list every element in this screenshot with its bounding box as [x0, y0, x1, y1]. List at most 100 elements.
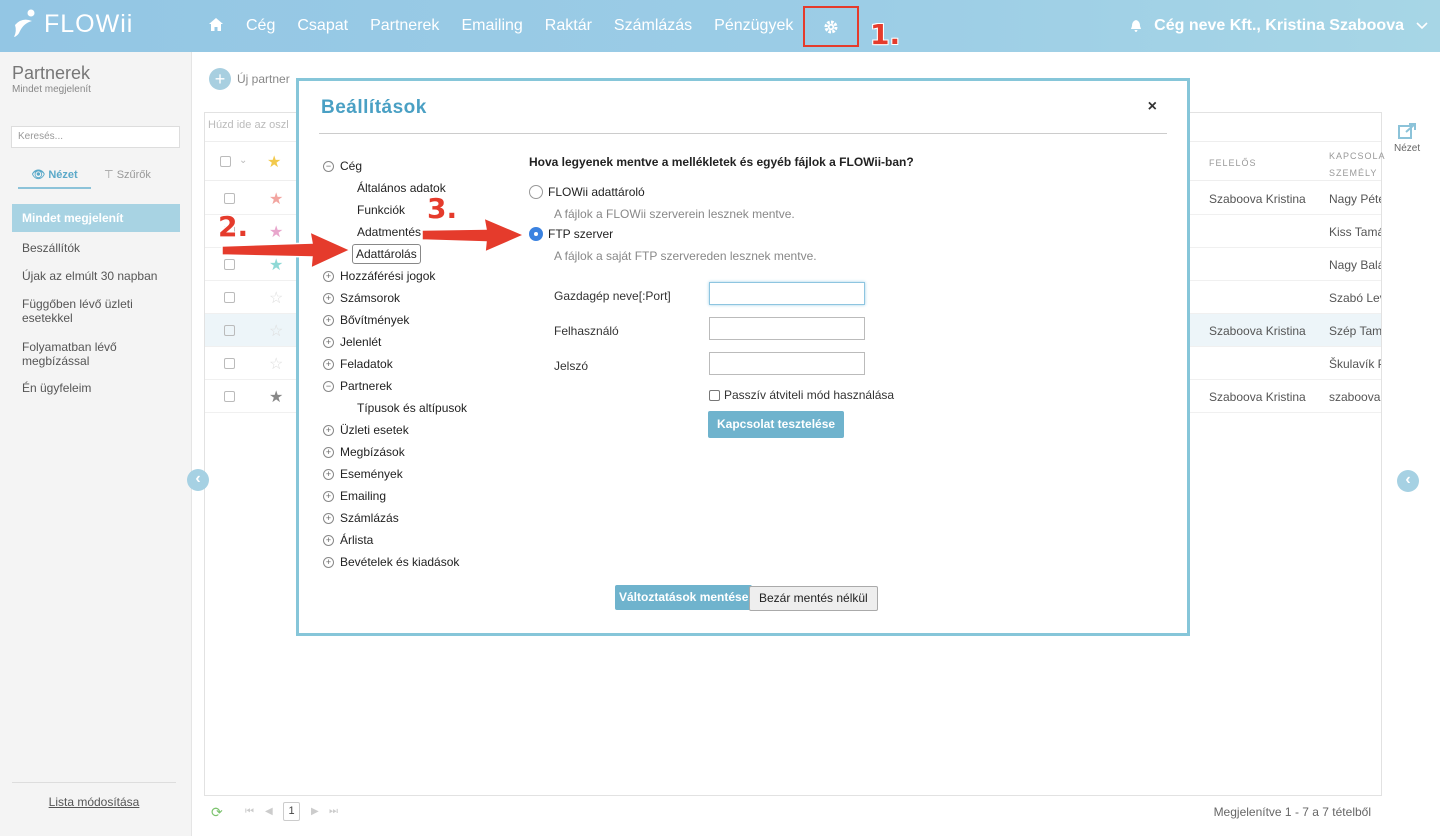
row-checkbox[interactable]: [224, 259, 235, 270]
tree-label[interactable]: Jelenlét: [340, 335, 381, 349]
tree-item-group[interactable]: + Események: [323, 467, 403, 481]
test-connection-button[interactable]: Kapcsolat tesztelése: [708, 411, 845, 438]
expand-icon[interactable]: +: [323, 556, 334, 568]
company-user-label[interactable]: Cég neve Kft., Kristina Szaboova: [1154, 17, 1404, 35]
collapse-left-icon[interactable]: ‹: [187, 469, 209, 491]
password-field[interactable]: [709, 352, 865, 375]
star-icon[interactable]: ☆: [269, 321, 283, 341]
option-flowii-storage[interactable]: FLOWii adattároló: [529, 185, 645, 199]
view-button[interactable]: Nézet: [1394, 122, 1420, 154]
tree-item-group[interactable]: + Üzleti esetek: [323, 423, 409, 437]
select-all-checkbox[interactable]: [220, 156, 231, 167]
tree-label[interactable]: Események: [340, 467, 403, 481]
star-icon[interactable]: ★: [269, 222, 283, 242]
nav-csapat[interactable]: Csapat: [297, 17, 348, 35]
close-icon[interactable]: ×: [1148, 98, 1157, 116]
nav-szamlazas[interactable]: Számlázás: [614, 17, 692, 35]
passive-mode-label[interactable]: Passzív átviteli mód használása: [724, 388, 894, 402]
refresh-icon[interactable]: ⟳: [211, 804, 223, 821]
collapse-icon[interactable]: −: [323, 160, 334, 172]
expand-icon[interactable]: +: [323, 424, 334, 436]
tree-item-group[interactable]: + Megbízások: [323, 445, 405, 459]
tree-item-partnerek-child[interactable]: Típusok és altípusok: [357, 401, 467, 415]
tree-label[interactable]: Számlázás: [340, 511, 399, 525]
close-without-saving-button[interactable]: Bezár mentés nélkül: [749, 586, 878, 611]
expand-icon[interactable]: +: [323, 292, 334, 304]
row-checkbox[interactable]: [224, 391, 235, 402]
tree-item-group[interactable]: + Emailing: [323, 489, 386, 503]
tree-label[interactable]: Adattárolás: [352, 244, 421, 264]
nav-raktar[interactable]: Raktár: [545, 17, 592, 35]
star-icon[interactable]: ★: [269, 255, 283, 275]
new-partner-button[interactable]: Új partner: [237, 72, 290, 86]
sidebar-item-suppliers[interactable]: Beszállítók: [22, 241, 172, 255]
option-ftp[interactable]: FTP szerver: [529, 227, 613, 241]
collapse-right-icon[interactable]: ‹: [1397, 470, 1419, 492]
passive-mode-checkbox[interactable]: [709, 389, 720, 401]
tree-item-group[interactable]: + Bővítmények: [323, 313, 409, 327]
tree-label[interactable]: Számsorok: [340, 291, 400, 305]
tree-item-ceg[interactable]: − Cég: [323, 159, 362, 173]
row-checkbox[interactable]: [224, 358, 235, 369]
expand-icon[interactable]: +: [323, 336, 334, 348]
username-field[interactable]: [709, 317, 865, 340]
option-flowii-label[interactable]: FLOWii adattároló: [548, 185, 645, 199]
star-header-icon[interactable]: ★: [267, 152, 281, 172]
tree-label[interactable]: Típusok és altípusok: [357, 401, 467, 415]
tree-label[interactable]: Bővítmények: [340, 313, 409, 327]
tab-filters[interactable]: ⊤ Szűrők: [91, 168, 164, 189]
nav-ceg[interactable]: Cég: [246, 17, 275, 35]
tree-item-group[interactable]: + Árlista: [323, 533, 373, 547]
chevron-down-icon[interactable]: [1416, 22, 1428, 30]
col-owner[interactable]: FELELŐS: [1209, 158, 1257, 168]
tree-item-partnerek[interactable]: − Partnerek: [323, 379, 392, 393]
plus-icon[interactable]: +: [209, 68, 231, 90]
col-contact[interactable]: KAPCSOLA SZEMÉLY: [1329, 148, 1384, 182]
expand-icon[interactable]: +: [323, 314, 334, 326]
tree-label[interactable]: Funkciók: [357, 203, 405, 217]
home-icon[interactable]: [208, 17, 224, 35]
search-input[interactable]: Keresés...: [11, 126, 180, 148]
radio-ftp[interactable]: [529, 227, 543, 241]
star-icon[interactable]: ★: [269, 387, 283, 407]
prev-page-icon[interactable]: ◀: [265, 806, 273, 817]
nav-penzugyek[interactable]: Pénzügyek: [714, 17, 793, 35]
tab-view[interactable]: 👁 Nézet: [18, 168, 91, 189]
sidebar-item-pending-cases[interactable]: Függőben lévő üzleti esetekkel: [22, 297, 152, 325]
tree-label[interactable]: Partnerek: [340, 379, 392, 393]
tree-item-group[interactable]: + Jelenlét: [323, 335, 381, 349]
host-field[interactable]: [709, 282, 865, 305]
expand-icon[interactable]: +: [323, 512, 334, 524]
passive-mode-option[interactable]: Passzív átviteli mód használása: [709, 388, 894, 402]
row-checkbox[interactable]: [224, 325, 235, 336]
chevron-down-icon[interactable]: ⌄: [239, 155, 247, 166]
last-page-icon[interactable]: ⏭: [329, 806, 338, 817]
settings-button[interactable]: [803, 6, 859, 47]
tree-label[interactable]: Árlista: [340, 533, 373, 547]
tree-label[interactable]: Hozzáférési jogok: [340, 269, 435, 283]
option-ftp-label[interactable]: FTP szerver: [548, 227, 613, 241]
edit-list-link[interactable]: Lista módosítása: [12, 782, 176, 809]
tree-label[interactable]: Üzleti esetek: [340, 423, 409, 437]
star-icon[interactable]: ☆: [269, 288, 283, 308]
tree-item-ceg-child[interactable]: Funkciók: [357, 203, 405, 217]
tree-item-ceg-child[interactable]: Adatmentés: [357, 225, 421, 239]
sidebar-item-new-30-days[interactable]: Újak az elmúlt 30 napban: [22, 269, 172, 283]
tree-label[interactable]: Adatmentés: [357, 225, 421, 239]
user-area[interactable]: Cég neve Kft., Kristina Szaboova: [1130, 0, 1428, 52]
collapse-icon[interactable]: −: [323, 380, 334, 392]
expand-icon[interactable]: +: [323, 490, 334, 502]
tree-item-group[interactable]: + Hozzáférési jogok: [323, 269, 435, 283]
sidebar-item-all[interactable]: Mindet megjelenít: [12, 204, 180, 232]
nav-partnerek[interactable]: Partnerek: [370, 17, 439, 35]
radio-flowii[interactable]: [529, 185, 543, 199]
expand-icon[interactable]: +: [323, 446, 334, 458]
tree-label[interactable]: Cég: [340, 159, 362, 173]
tree-label[interactable]: Bevételek és kiadások: [340, 555, 459, 569]
bell-icon[interactable]: [1130, 19, 1142, 33]
star-icon[interactable]: ★: [269, 189, 283, 209]
nav-emailing[interactable]: Emailing: [461, 17, 522, 35]
next-page-icon[interactable]: ▶: [311, 806, 319, 817]
tree-item-ceg-child[interactable]: Adattárolás: [352, 244, 421, 264]
expand-icon[interactable]: +: [323, 468, 334, 480]
